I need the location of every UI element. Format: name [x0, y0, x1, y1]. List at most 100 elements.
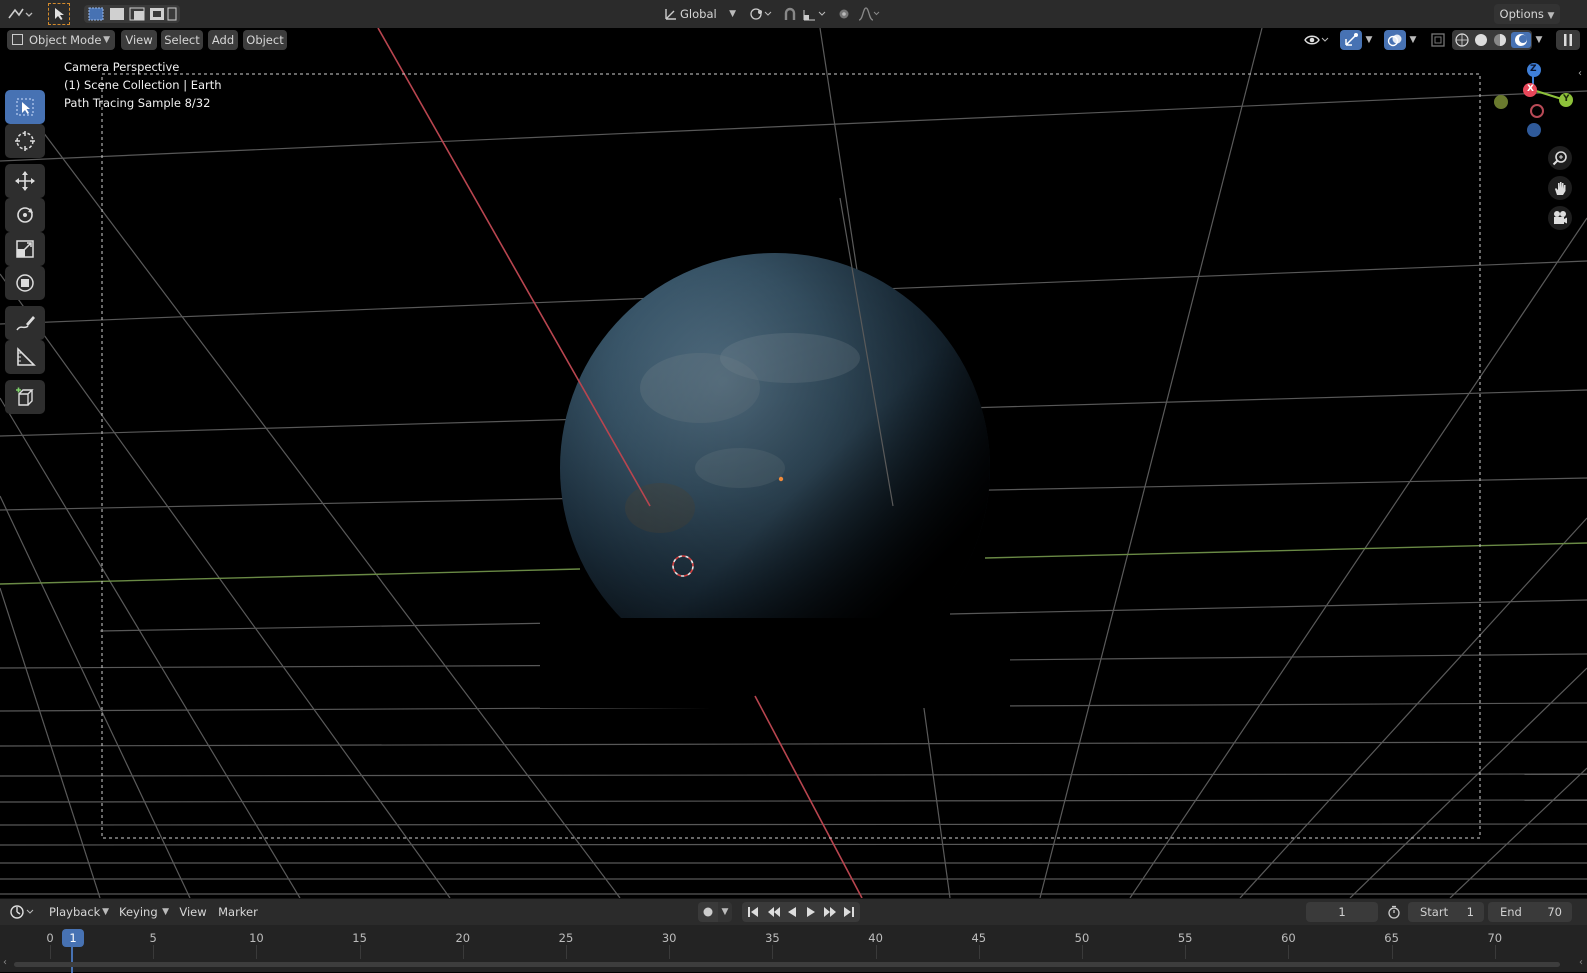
timeline-scrollbar[interactable]	[14, 962, 1560, 967]
chevron-down-icon: ▼	[162, 907, 169, 917]
object-mode-icon	[12, 34, 23, 45]
tool-select-box[interactable]	[5, 90, 45, 124]
camera-view-icon[interactable]	[1548, 206, 1572, 230]
playback-controls	[742, 902, 860, 922]
ruler-tick-line	[462, 945, 464, 959]
ruler-tick-label: 10	[249, 931, 264, 945]
options-label: Options	[1499, 7, 1544, 21]
gizmo-x-label: X	[1527, 84, 1534, 94]
menu-marker[interactable]: Marker	[216, 902, 260, 922]
camera-perspective-label: Camera Perspective	[64, 60, 180, 74]
editor-type-icon[interactable]	[6, 4, 36, 24]
zoom-icon[interactable]	[1548, 146, 1572, 170]
xray-toggle-icon[interactable]	[1428, 30, 1448, 50]
object-mode-dropdown[interactable]: Object Mode ▼	[7, 30, 115, 50]
end-frame-field[interactable]: End 70	[1488, 902, 1572, 922]
stopwatch-icon[interactable]	[1384, 902, 1404, 922]
pan-hand-icon[interactable]	[1548, 176, 1572, 200]
menu-add[interactable]: Add	[208, 30, 238, 50]
3d-viewport[interactable]: Camera Perspective (1) Scene Collection …	[0, 28, 1587, 898]
end-frame-label: End	[1500, 905, 1522, 919]
ruler-tick-label: 35	[765, 931, 780, 945]
tool-transform[interactable]	[5, 266, 45, 300]
tool-add-cube[interactable]	[5, 380, 45, 414]
play-icon	[807, 907, 815, 917]
ruler-tick-label: 15	[352, 931, 367, 945]
menu-view[interactable]: View	[121, 30, 157, 50]
chevron-right-icon[interactable]: ‹	[1577, 955, 1585, 969]
render-status-label: Path Tracing Sample 8/32	[64, 96, 211, 110]
gizmo-z-label: Z	[1530, 64, 1537, 74]
end-frame-value: 70	[1547, 905, 1562, 919]
menu-playback-label: Playback	[49, 905, 101, 919]
proportional-editing-icon[interactable]	[836, 4, 852, 24]
chevron-down-icon[interactable]: ▼	[1362, 30, 1376, 50]
overlays-toggle-icon[interactable]	[1384, 30, 1406, 50]
transform-orientation-icon[interactable]	[662, 4, 680, 24]
ruler-tick-label: 65	[1384, 931, 1399, 945]
menu-playback[interactable]: Playback ▼	[46, 902, 112, 922]
ruler-tick-label: 5	[149, 931, 157, 945]
tool-cursor[interactable]	[5, 124, 45, 158]
transform-orientation-label: Global	[680, 7, 717, 21]
object-mode-label: Object Mode	[29, 33, 102, 47]
viewport-scene	[0, 28, 1587, 898]
jump-to-keyframe-prev-icon	[768, 907, 780, 917]
ruler-tick-line	[978, 945, 980, 959]
playhead[interactable]: 1	[62, 929, 84, 947]
ruler-tick-label: 50	[1074, 931, 1090, 945]
ruler-tick-line	[256, 945, 258, 959]
scene-collection-label: (1) Scene Collection | Earth	[64, 78, 222, 92]
select-tweak-icon[interactable]	[48, 3, 70, 25]
transform-orientation-dropdown[interactable]: Global ▼	[680, 4, 738, 24]
timeline-editor-type-icon[interactable]	[8, 902, 38, 922]
play-reverse-icon	[788, 907, 796, 917]
auto-keying-icon[interactable]	[698, 902, 718, 922]
menu-keying-label: Keying	[119, 905, 158, 919]
tool-scale[interactable]	[5, 232, 45, 266]
menu-timeline-view[interactable]: View	[176, 902, 210, 922]
current-frame-field[interactable]: 1	[1306, 902, 1378, 922]
tool-measure[interactable]	[5, 340, 45, 374]
gizmo-toggle-icon[interactable]	[1340, 30, 1362, 50]
gizmo-neg-z	[1527, 123, 1541, 137]
proportional-falloff-icon[interactable]	[856, 4, 882, 24]
ruler-tick-line	[875, 945, 877, 959]
chevron-left-icon[interactable]: ‹	[1, 955, 9, 969]
shading-mode-set-icon[interactable]	[1452, 30, 1532, 50]
start-frame-value: 1	[1466, 905, 1474, 919]
snap-target-icon[interactable]	[800, 4, 830, 24]
chevron-down-icon[interactable]: ▼	[1532, 30, 1546, 50]
earth-object	[540, 253, 1010, 708]
start-frame-label: Start	[1420, 905, 1449, 919]
ruler-tick-line	[566, 945, 567, 959]
chevron-down-icon[interactable]: ▼	[1406, 30, 1420, 50]
ruler-tick-label: 45	[971, 931, 987, 945]
tool-move[interactable]	[5, 164, 45, 198]
select-mode-set-icon[interactable]	[84, 5, 180, 23]
visibility-icon[interactable]	[1302, 30, 1332, 50]
menu-keying[interactable]: Keying ▼	[116, 902, 172, 922]
ruler-tick-label: 55	[1177, 931, 1193, 945]
ruler-tick-line	[1494, 945, 1496, 959]
menu-object[interactable]: Object	[243, 30, 287, 50]
x-axis-line	[377, 28, 651, 507]
start-frame-field[interactable]: Start 1	[1408, 902, 1484, 922]
chevron-left-icon[interactable]: ‹	[1574, 66, 1586, 80]
ruler-tick-label: 20	[455, 931, 471, 945]
ruler-tick-line	[1082, 945, 1083, 959]
sidebar-toggle-icon[interactable]	[1556, 30, 1580, 50]
chevron-down-icon: ▼	[103, 35, 110, 45]
snap-icon[interactable]	[780, 4, 800, 24]
frame-ruler[interactable]: 0 5 10 15 20 25 30 35 40 45 50 55 60 65 70 1 ‹ ‹	[0, 925, 1587, 973]
tool-rotate[interactable]	[5, 198, 45, 232]
pivot-point-icon[interactable]	[748, 4, 774, 24]
gizmo-y-label: Y	[1563, 94, 1570, 104]
ruler-tick-line	[669, 945, 671, 959]
playhead-line	[71, 943, 73, 973]
options-dropdown[interactable]: Options ▼	[1494, 4, 1560, 24]
ruler-tick-line	[153, 945, 155, 959]
tool-annotate[interactable]	[5, 306, 45, 340]
chevron-down-icon[interactable]: ▼	[718, 902, 732, 922]
menu-select[interactable]: Select	[161, 30, 203, 50]
